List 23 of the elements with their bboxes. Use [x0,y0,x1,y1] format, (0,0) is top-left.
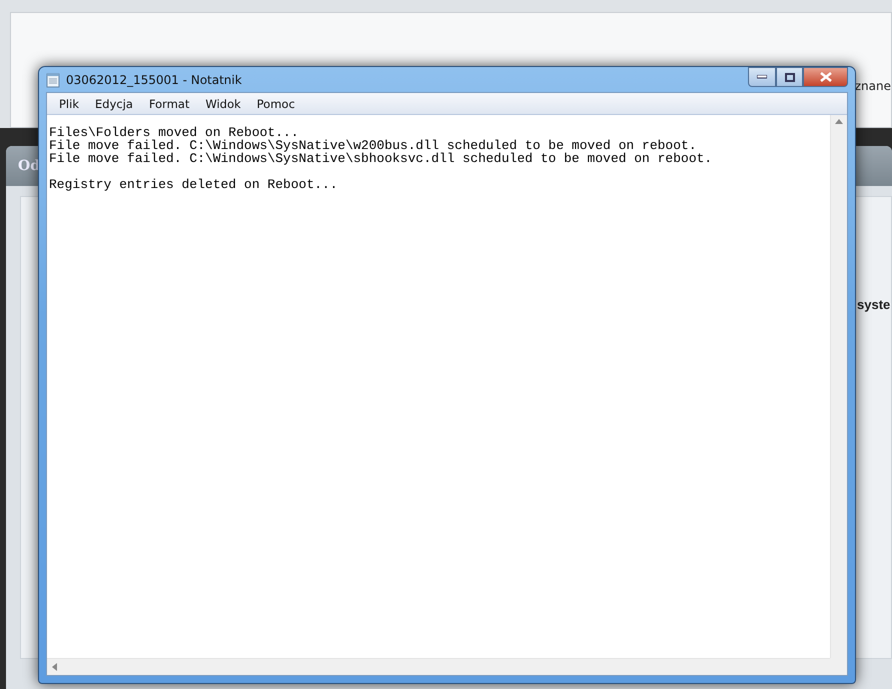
menu-item[interactable]: Plik [51,96,87,110]
maximize-button[interactable] [776,67,803,87]
text-line: File move failed. C:\Windows\SysNative\w200bus.dll scheduled to be moved on reboot. [49,139,697,152]
menu-item[interactable]: Widok [197,96,249,110]
notepad-icon [46,72,60,88]
maximize-icon [784,72,794,82]
scroll-up-icon [835,119,843,124]
scroll-left-icon [52,663,57,671]
background-text: syste [857,297,890,312]
minimize-icon [757,75,767,79]
minimize-button[interactable] [748,67,776,87]
menu-item[interactable]: Edycja [87,96,141,110]
close-button[interactable] [803,67,848,87]
text-line: Registry entries deleted on Reboot... [49,178,339,191]
background-text: znane [854,79,891,95]
vertical-scrollbar[interactable] [830,115,847,658]
horizontal-scrollbar[interactable] [47,658,830,675]
text-line: Files\Folders moved on Reboot... [49,126,299,139]
menu-item[interactable]: Pomoc [248,96,303,110]
window-title: 03062012_155001 - Notatnik [66,72,242,86]
close-icon [820,72,832,82]
text-line: File move failed. C:\Windows\SysNative\sbhooksvc.dll scheduled to be moved on reboot. [49,152,714,165]
menu-item[interactable]: Format [140,96,198,110]
